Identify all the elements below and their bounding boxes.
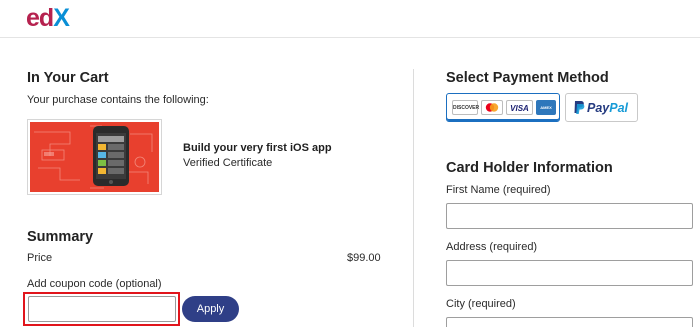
mastercard-icon (481, 100, 503, 115)
city-label: City (required) (446, 298, 516, 310)
course-type: Verified Certificate (183, 157, 273, 169)
logo-letter-e: e (26, 4, 40, 32)
paypal-word-pal: Pal (609, 101, 629, 115)
card-holder-title: Card Holder Information (446, 160, 613, 176)
price-label: Price (27, 252, 53, 264)
edx-logo[interactable]: edX (26, 4, 70, 32)
cart-title: In Your Cart (27, 70, 109, 86)
summary-title: Summary (27, 229, 94, 245)
credit-card-payment-option[interactable]: DISCOVER VISA AMEX (446, 93, 560, 122)
paypal-wordmark: PayPal (587, 101, 628, 116)
site-header: edX (0, 0, 700, 38)
discover-card-icon: DISCOVER (452, 100, 479, 115)
first-name-label: First Name (required) (446, 184, 551, 196)
address-label: Address (required) (446, 241, 538, 253)
amex-card-icon: AMEX (536, 100, 556, 115)
course-illustration-icon (34, 125, 153, 189)
course-title: Build your very first iOS app (183, 142, 332, 154)
course-image (27, 119, 162, 195)
visa-card-icon: VISA (506, 100, 533, 115)
apply-coupon-button[interactable]: Apply (182, 296, 239, 322)
paypal-payment-option[interactable]: PayPal (565, 93, 638, 122)
first-name-field[interactable] (446, 203, 693, 229)
coupon-input[interactable] (28, 296, 176, 322)
mastercard-circles-icon (485, 103, 499, 112)
city-field[interactable] (446, 317, 693, 327)
cart-subtitle: Your purchase contains the following: (27, 94, 209, 106)
logo-letter-x: X (53, 4, 70, 32)
price-value: $99.00 (347, 252, 381, 264)
column-divider (413, 69, 414, 327)
logo-letter-d: d (38, 4, 54, 32)
address-field[interactable] (446, 260, 693, 286)
payment-method-title: Select Payment Method (446, 70, 609, 86)
paypal-logo-icon (574, 101, 585, 114)
paypal-word-pay: Pay (587, 101, 610, 115)
coupon-label: Add coupon code (optional) (27, 278, 162, 290)
